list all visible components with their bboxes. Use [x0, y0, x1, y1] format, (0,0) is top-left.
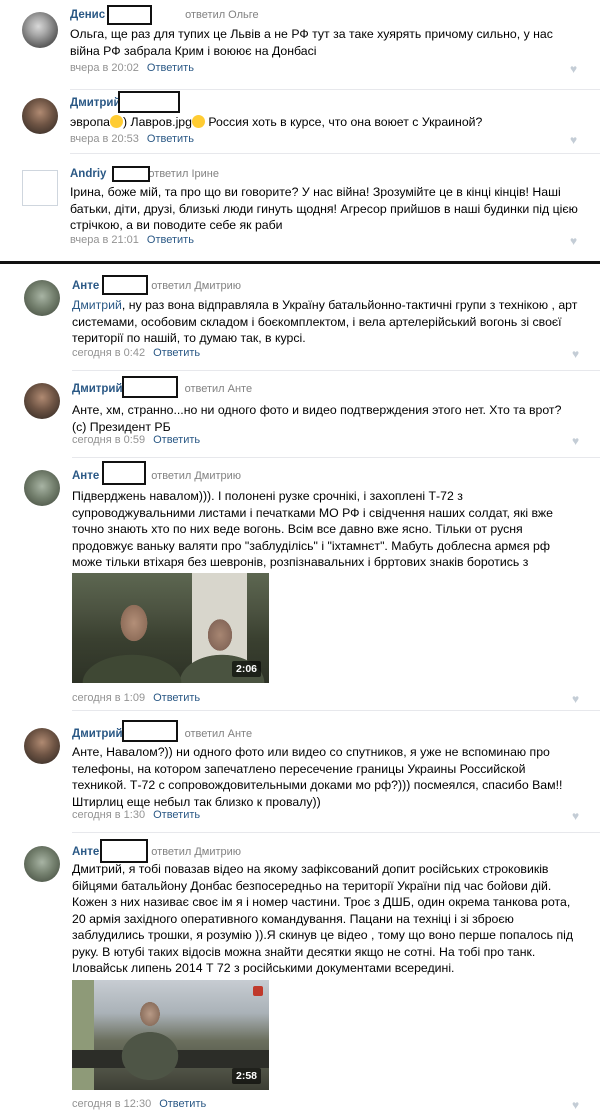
avatar[interactable] — [24, 846, 60, 882]
reply-button[interactable]: Ответить — [153, 692, 200, 704]
reply-button[interactable]: Ответить — [159, 1098, 206, 1110]
video-duration: 2:06 — [231, 661, 261, 677]
reply-button[interactable]: Ответить — [147, 62, 194, 74]
like-icon[interactable]: ♥ — [572, 434, 579, 448]
comment-author[interactable]: Анте — [72, 470, 99, 482]
redaction-box — [118, 91, 180, 113]
comment-author[interactable]: Andriy — [70, 168, 106, 180]
comment: Дмитрий эвропа ) Лавров.jpg Россия хоть в… — [0, 90, 600, 153]
comment: Денис ответил Ольге Ольга, ще раз для туп… — [0, 0, 600, 90]
comment-time[interactable]: вчера в 20:02 — [70, 62, 139, 74]
comment-reply-to[interactable]: ответил Дмитрию — [151, 470, 241, 482]
comment-time[interactable]: сегодня в 1:09 — [72, 692, 145, 704]
comment-time[interactable]: сегодня в 0:59 — [72, 434, 145, 446]
avatar-placeholder[interactable] — [22, 170, 58, 206]
video-thumbnail[interactable]: 2:06 — [72, 573, 269, 683]
like-icon[interactable]: ♥ — [572, 1098, 579, 1112]
comment-text: Дмитрий, я тобі повазав відео на якому з… — [72, 862, 574, 975]
comment-reply-to[interactable]: ответил Дмитрию — [151, 280, 241, 292]
comment: Дмитрий ответил Анте Анте, хм, странно...… — [0, 371, 600, 457]
redaction-box — [122, 720, 178, 742]
like-icon[interactable]: ♥ — [570, 62, 577, 76]
avatar[interactable] — [24, 280, 60, 316]
avatar[interactable] — [22, 12, 58, 48]
redaction-box — [107, 5, 152, 25]
video-thumbnail[interactable]: 2:58 — [72, 980, 269, 1090]
comment: Дмитрий ответил Анте Анте, Навалом?)) ни … — [0, 711, 600, 832]
smile-emoji-icon — [109, 115, 123, 128]
like-icon[interactable]: ♥ — [570, 133, 577, 147]
reply-button[interactable]: Ответить — [147, 133, 194, 145]
mention-link[interactable]: Дмитрий — [72, 298, 122, 312]
comment-text: эвропа ) Лавров.jpg Россия хоть в курсе, … — [70, 114, 582, 131]
comment-text-part: Россия хоть в курсе, что она воюет с Укр… — [204, 115, 483, 129]
comment-text-part: эвропа — [70, 115, 110, 129]
like-icon[interactable]: ♥ — [570, 234, 577, 248]
reply-button[interactable]: Ответить — [147, 234, 194, 246]
comment-author[interactable]: Анте — [72, 280, 99, 292]
like-icon[interactable]: ♥ — [572, 692, 579, 706]
reply-button[interactable]: Ответить — [153, 434, 200, 446]
avatar[interactable] — [24, 728, 60, 764]
comment-author[interactable]: Дмитрий — [70, 97, 121, 109]
comment: Анте ответил Дмитрию Дмитрий, ну раз вона… — [0, 266, 600, 370]
redaction-box — [100, 839, 148, 863]
comment-reply-to[interactable]: ответил Анте — [185, 728, 253, 740]
avatar[interactable] — [22, 98, 58, 134]
avatar[interactable] — [24, 383, 60, 419]
reply-button[interactable]: Ответить — [153, 809, 200, 821]
comment-text: Ірина, боже мій, та про що ви говорите? … — [70, 185, 578, 232]
redaction-box — [102, 461, 146, 485]
broadcast-logo — [253, 986, 263, 996]
reply-button[interactable]: Ответить — [153, 347, 200, 359]
comment-text: Ольга, ще раз для тупих це Львів а не РФ… — [70, 27, 553, 58]
screenshot-divider — [0, 261, 600, 264]
comment-reply-to[interactable]: ответил Ольге — [185, 9, 259, 21]
grin-emoji-icon — [191, 115, 205, 128]
comment: Анте ответил Дмитрию Дмитрий, я тобі пова… — [0, 833, 600, 1115]
redaction-box — [122, 376, 178, 398]
video-duration: 2:58 — [231, 1068, 261, 1084]
comment: Анте ответил Дмитрию Підверджень навалом)… — [0, 458, 600, 710]
redaction-box — [102, 275, 148, 295]
comment-text: Дмитрий, ну раз вона відправляла в Украї… — [72, 297, 582, 347]
comment-time[interactable]: сегодня в 12:30 — [72, 1098, 151, 1110]
comment-text: Анте, хм, странно...но ни одного фото и … — [72, 403, 562, 434]
avatar[interactable] — [24, 470, 60, 506]
comment-reply-to[interactable]: ответил Анте — [185, 383, 253, 395]
comment: Andriy ответил Ірине Ірина, боже мій, та … — [0, 154, 600, 257]
comment-text-part: , ну раз вона відправляла в Україну бата… — [72, 298, 578, 345]
comment-time[interactable]: сегодня в 0:42 — [72, 347, 145, 359]
comment-time[interactable]: сегодня в 1:30 — [72, 809, 145, 821]
like-icon[interactable]: ♥ — [572, 809, 579, 823]
comment-time[interactable]: вчера в 21:01 — [70, 234, 139, 246]
comment-time[interactable]: вчера в 20:53 — [70, 133, 139, 145]
comment-reply-to[interactable]: ответил Ірине — [148, 168, 219, 180]
comment-author[interactable]: Анте — [72, 846, 99, 858]
comment-author[interactable]: Денис — [70, 9, 105, 21]
comment-reply-to[interactable]: ответил Дмитрию — [151, 846, 241, 858]
redaction-box — [112, 166, 150, 182]
comment-text-part: ) Лавров.jpg — [122, 115, 192, 129]
comment-author[interactable]: Дмитрий — [72, 728, 123, 740]
comment-text: Анте, Навалом?)) ни одного фото или виде… — [72, 745, 563, 809]
comment-author[interactable]: Дмитрий — [72, 383, 123, 395]
like-icon[interactable]: ♥ — [572, 347, 579, 361]
